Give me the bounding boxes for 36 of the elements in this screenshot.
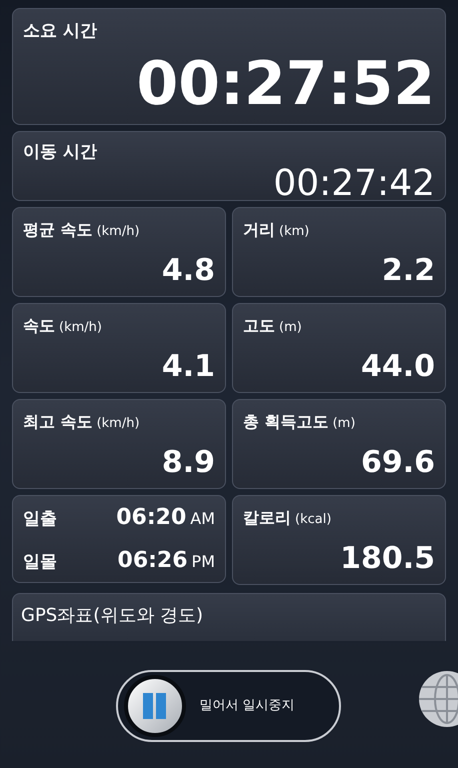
- stat-label: 총 획득고도: [243, 411, 329, 433]
- stat-label: 속도: [23, 315, 55, 337]
- pause-knob[interactable]: [124, 675, 186, 737]
- stat-value: 4.8: [162, 256, 215, 286]
- stat-unit: (km/h): [96, 223, 140, 241]
- stat-label: 거리: [243, 219, 275, 241]
- sun-time: 06:26: [118, 547, 188, 575]
- sun-time: 06:20: [116, 504, 186, 532]
- stat-label: 칼로리: [243, 507, 291, 529]
- stat-unit: (km/h): [59, 319, 102, 337]
- swipe-pause-control[interactable]: 밀어서 일시중지: [116, 670, 340, 742]
- elapsed-time-value: 00:27:52: [136, 54, 435, 114]
- stat-value: 44.0: [360, 352, 435, 382]
- moving-time-value: 00:27:42: [273, 166, 435, 202]
- gps-label: GPS좌표(위도와 경도): [21, 605, 203, 626]
- stat-value: 4.1: [162, 352, 215, 382]
- stat-unit: (m): [279, 319, 302, 337]
- sun-period: PM: [192, 551, 215, 573]
- stat-unit: (km/h): [96, 415, 140, 433]
- stat-label: 평균 속도: [23, 219, 93, 241]
- stat-value: 180.5: [340, 544, 435, 574]
- stat-value: 69.6: [360, 448, 435, 478]
- sun-label: 일몰: [23, 551, 57, 574]
- stat-value: 2.2: [382, 256, 435, 286]
- stat-label: 최고 속도: [23, 411, 93, 433]
- sun-label: 일출: [23, 508, 57, 531]
- stat-unit: (m): [332, 415, 356, 433]
- stat-unit: (km): [279, 223, 310, 241]
- moving-time-label: 이동 시간: [23, 141, 98, 164]
- stat-value: 8.9: [162, 448, 215, 478]
- stat-label: 고도: [243, 315, 275, 337]
- elapsed-time-label: 소요 시간: [23, 20, 98, 43]
- stat-unit: (kcal): [295, 511, 332, 529]
- globe-icon[interactable]: [418, 670, 458, 728]
- sun-period: AM: [190, 508, 215, 530]
- swipe-pause-label: 밀어서 일시중지: [200, 697, 295, 716]
